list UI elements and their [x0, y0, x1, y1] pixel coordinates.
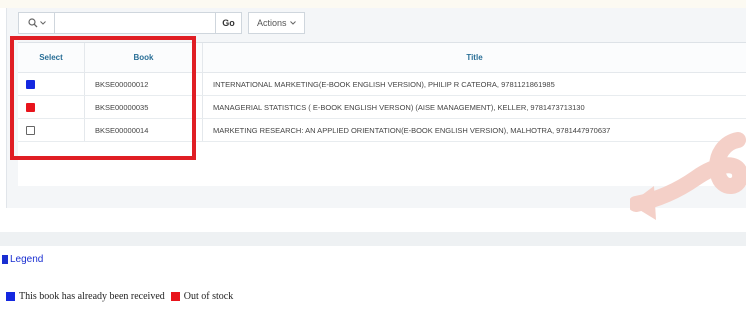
- grid-header: Select Book Title: [18, 43, 746, 73]
- column-header-book[interactable]: Book: [84, 43, 202, 72]
- actions-menu-button[interactable]: Actions: [248, 12, 305, 34]
- received-marker: [26, 79, 35, 89]
- legend-bullet: [2, 255, 8, 264]
- search-input[interactable]: [55, 13, 215, 33]
- book-id-cell: BKSE00000035: [84, 96, 202, 118]
- curved-arrow-icon: [630, 132, 746, 220]
- title-cell: INTERNATIONAL MARKETING(E-BOOK ENGLISH V…: [202, 73, 746, 95]
- table-row: BKSE00000035 MANAGERIAL STATISTICS ( E-B…: [18, 96, 746, 119]
- actions-label: Actions: [257, 18, 287, 28]
- search-bar: [18, 12, 216, 34]
- book-id-cell: BKSE00000012: [84, 73, 202, 95]
- select-cell: [18, 96, 84, 118]
- select-checkbox[interactable]: [26, 125, 35, 135]
- out-of-stock-swatch: [170, 292, 180, 301]
- section-divider: [0, 232, 746, 246]
- chevron-down-icon: [39, 21, 46, 25]
- chevron-down-icon: [289, 21, 296, 25]
- table-row: BKSE00000012 INTERNATIONAL MARKETING(E-B…: [18, 73, 746, 96]
- toolbar: Go Actions: [18, 12, 305, 34]
- title-cell: MANAGERIAL STATISTICS ( E-BOOK ENGLISH V…: [202, 96, 746, 118]
- out-of-stock-label: Out of stock: [183, 291, 234, 302]
- select-cell: [18, 73, 84, 95]
- legend-link[interactable]: Legend: [2, 254, 43, 265]
- search-column-selector[interactable]: [19, 13, 55, 33]
- column-header-title[interactable]: Title: [202, 43, 746, 72]
- column-header-select[interactable]: Select: [18, 43, 84, 72]
- out-of-stock-marker: [26, 102, 35, 112]
- search-icon: [27, 18, 37, 28]
- book-id-cell: BKSE00000014: [84, 119, 202, 141]
- select-cell: [18, 119, 84, 141]
- received-label: This book has already been received: [19, 291, 165, 302]
- legend-title: Legend: [10, 254, 44, 265]
- go-button[interactable]: Go: [216, 12, 242, 34]
- top-strip: [0, 0, 746, 8]
- received-swatch: [6, 292, 15, 301]
- legend-items: This book has already been received Out …: [6, 291, 233, 302]
